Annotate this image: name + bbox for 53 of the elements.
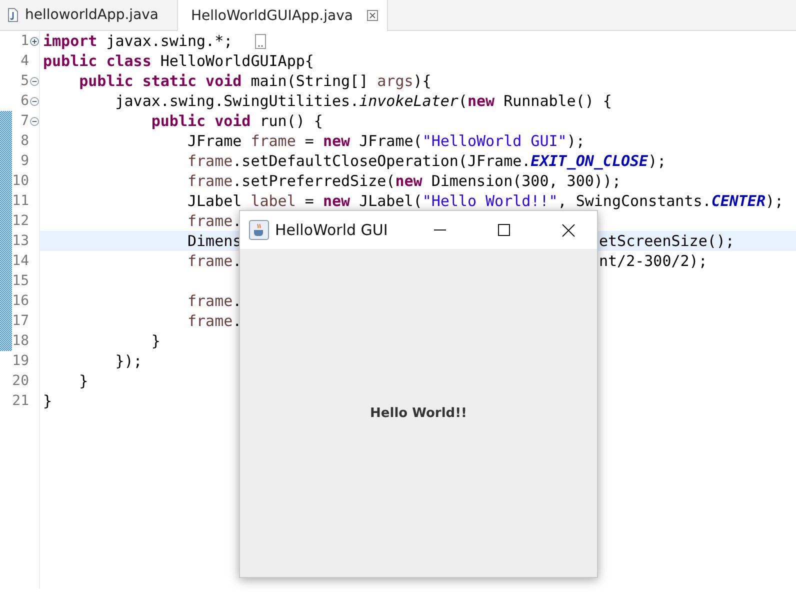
code-line: javax.swing.SwingUtilities.invokeLater(new Runnable() {: [114, 92, 612, 110]
code-line: JLabel label = new JLabel("Hello World!!", SwingConstants.CENTER);: [186, 192, 784, 210]
code-line: frame.: [186, 291, 242, 311]
code-line: public class HelloWorldGUIApp{: [43, 52, 314, 70]
code-line: }: [150, 332, 160, 350]
code-line: public void run() {: [150, 112, 323, 130]
code-line: frame.setPreferredSize(new Dimension(300, 300));: [186, 172, 621, 190]
line-number: 4: [20, 52, 29, 71]
line-number: 14: [12, 252, 29, 271]
code-line: Dimens: [186, 231, 242, 251]
code-line: frame.: [186, 311, 242, 331]
hello-label: Hello World!!: [370, 406, 467, 420]
java-cup-icon: [249, 220, 269, 240]
code-line: frame.setDefaultCloseOperation(JFrame.EXIT_ON_CLOSE);: [186, 152, 666, 170]
code-line: });: [114, 352, 142, 370]
line-number: 6: [20, 92, 29, 111]
line-number: 5: [20, 72, 29, 91]
line-number: 12: [12, 212, 29, 231]
collapse-icon[interactable]: [30, 116, 38, 126]
line-number: 21: [12, 392, 29, 411]
code-line: }: [43, 392, 52, 410]
code-line: JFrame frame = new JFrame("HelloWorld GUI");: [186, 132, 585, 150]
minimize-icon: [434, 229, 446, 231]
line-number: 20: [12, 372, 29, 391]
code-line: }: [78, 372, 88, 390]
line-number: 7: [20, 112, 29, 131]
collapse-icon[interactable]: [30, 96, 38, 106]
code-line: public static void main(String[] args){: [78, 72, 432, 90]
line-number: 8: [20, 132, 29, 151]
folded-code-icon[interactable]: [254, 34, 266, 49]
java-file-icon: [7, 8, 19, 22]
maximize-icon: [498, 224, 510, 236]
line-number: 19: [12, 352, 29, 371]
line-number: 15: [12, 272, 29, 291]
close-icon[interactable]: [366, 10, 378, 21]
line-number: 9: [20, 152, 29, 171]
line-number: 1: [20, 32, 29, 51]
window-title: HelloWorld GUI: [275, 221, 389, 239]
line-number: 18: [12, 332, 29, 351]
line-number: 13: [12, 232, 29, 251]
code-line: frame.: [186, 251, 242, 271]
close-icon: [562, 224, 574, 236]
line-number: 16: [12, 292, 29, 311]
line-number: 11: [12, 192, 29, 211]
line-number: 10: [12, 172, 29, 191]
code-line: import javax.swing.*;: [43, 32, 233, 50]
expand-icon[interactable]: [30, 36, 38, 46]
code-line: etScreenSize();: [599, 231, 734, 251]
line-number: 17: [12, 312, 29, 331]
collapse-icon[interactable]: [30, 76, 38, 86]
code-line: frame.: [186, 211, 242, 231]
code-line: nt/2-300/2);: [599, 251, 708, 271]
editor-tab[interactable]: HelloWorldGUIApp.java: [178, 0, 388, 31]
